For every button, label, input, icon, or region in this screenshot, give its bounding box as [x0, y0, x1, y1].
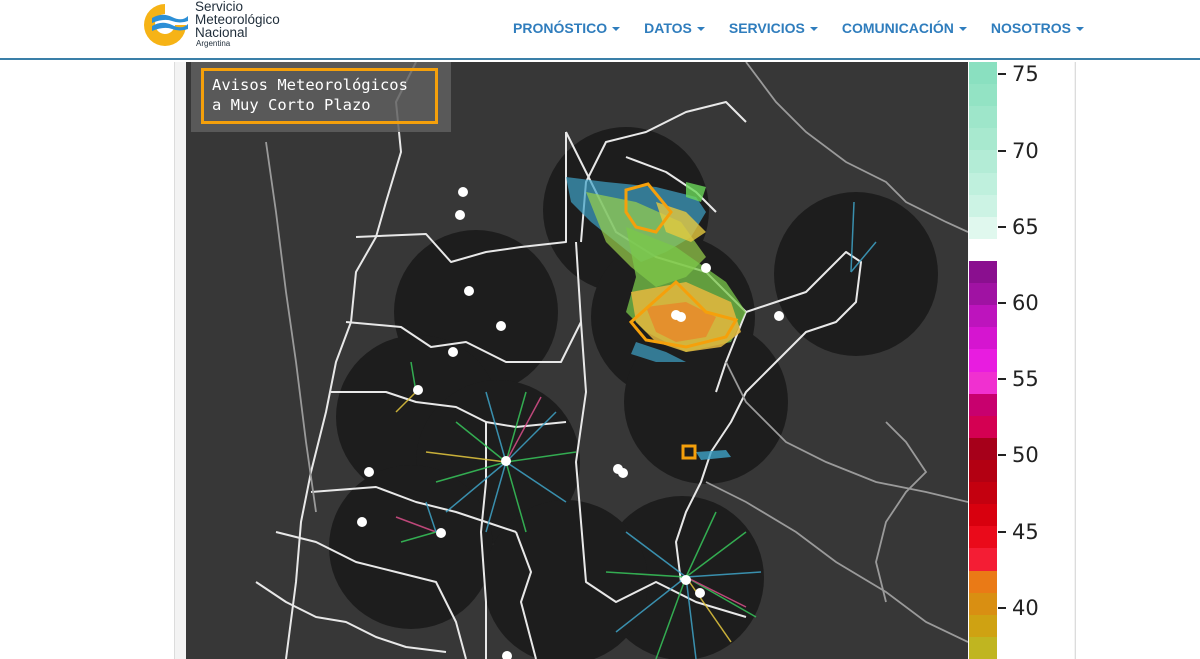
colorbar-segment: [969, 437, 997, 461]
colorbar-segment: [969, 106, 997, 129]
nav-servicios-label: SERVICIOS: [728, 20, 805, 36]
tick-mark-40: [998, 607, 1006, 609]
tick-label-55: 55: [1012, 367, 1039, 391]
colorbar-segment: [969, 305, 997, 328]
colorbar-segment: [969, 460, 997, 483]
colorbar-segment: [969, 393, 997, 417]
colorbar-segment: [969, 238, 997, 262]
colorbar-segment: [969, 592, 997, 616]
tick-mark-45: [998, 531, 1006, 533]
alert-legend-box: Avisos Meteorológicos a Muy Corto Plazo: [201, 68, 438, 124]
tick-label-75: 75: [1012, 62, 1039, 86]
nav-pronostico-label: PRONÓSTICO: [513, 20, 608, 36]
caret-down-icon: [809, 27, 818, 32]
tick-mark-75: [998, 73, 1006, 75]
tick-label-40: 40: [1012, 596, 1039, 620]
colorbar-segment: [969, 194, 997, 218]
colorbar-segment: [969, 636, 997, 659]
main-nav: PRONÓSTICO DATOS SERVICIOS COMUNICACIÓN …: [501, 18, 1096, 38]
nav-comunicacion[interactable]: COMUNICACIÓN: [830, 18, 979, 38]
caret-down-icon: [696, 27, 705, 32]
radar-map-image: [255, 62, 968, 659]
colorbar-segment: [969, 261, 997, 284]
logo-wordmark: Servicio Meteorológico Nacional Argentin…: [195, 0, 280, 49]
tick-label-70: 70: [1012, 139, 1039, 163]
nav-nosotros-label: NOSOTROS: [990, 20, 1071, 36]
colorbar-segment: [969, 283, 997, 306]
nav-datos[interactable]: DATOS: [632, 18, 717, 38]
colorbar-segment: [969, 570, 997, 594]
colorbar-segment: [969, 371, 997, 395]
site-header: Servicio Meteorológico Nacional Argentin…: [0, 0, 1200, 60]
smn-logo-icon: [144, 4, 188, 46]
colorbar-segment: [969, 327, 997, 350]
logo-line-3: Nacional: [195, 25, 248, 40]
colorbar-segment: [969, 62, 997, 85]
tick-mark-70: [998, 150, 1006, 152]
colorbar-segment: [969, 526, 997, 549]
radar-map[interactable]: [186, 62, 968, 659]
alert-legend: Avisos Meteorológicos a Muy Corto Plazo: [191, 62, 451, 132]
colorbar-segment: [969, 548, 997, 572]
tick-label-45: 45: [1012, 520, 1039, 544]
colorbar-segment: [969, 150, 997, 174]
colorbar-ticks: 75 70 65 60 55 50 45 40: [998, 62, 1074, 659]
nav-comunicacion-label: COMUNICACIÓN: [841, 20, 954, 36]
nav-servicios[interactable]: SERVICIOS: [717, 18, 830, 38]
tick-mark-65: [998, 226, 1006, 228]
colorbar-segment: [969, 504, 997, 527]
tick-label-50: 50: [1012, 443, 1039, 467]
alert-legend-line-1: Avisos Meteorológicos: [212, 76, 408, 94]
alert-legend-line-2: a Muy Corto Plazo: [212, 96, 371, 114]
colorbar-segment: [969, 216, 997, 240]
smn-logo[interactable]: Servicio Meteorológico Nacional Argentin…: [140, 0, 300, 48]
colorbar-segment: [969, 482, 997, 505]
colorbar-segment: [969, 128, 997, 151]
caret-down-icon: [958, 27, 967, 32]
colorbar-segment: [969, 415, 997, 439]
colorbar-segment: [969, 349, 997, 373]
nav-nosotros[interactable]: NOSOTROS: [979, 18, 1096, 38]
logo-line-4: Argentina: [196, 39, 231, 48]
colorbar-strip: [968, 62, 998, 659]
caret-down-icon: [1076, 27, 1084, 32]
tick-label-65: 65: [1012, 215, 1039, 239]
tick-mark-55: [998, 378, 1006, 380]
reflectivity-colorbar: [968, 62, 998, 659]
colorbar-segment: [969, 172, 997, 196]
nav-datos-label: DATOS: [644, 20, 692, 36]
tick-mark-60: [998, 302, 1006, 304]
caret-down-icon: [612, 27, 621, 32]
colorbar-segment: [969, 614, 997, 638]
colorbar-segment: [969, 84, 997, 107]
nav-pronostico[interactable]: PRONÓSTICO: [501, 18, 632, 38]
tick-mark-50: [998, 454, 1006, 456]
tick-label-60: 60: [1012, 291, 1039, 315]
